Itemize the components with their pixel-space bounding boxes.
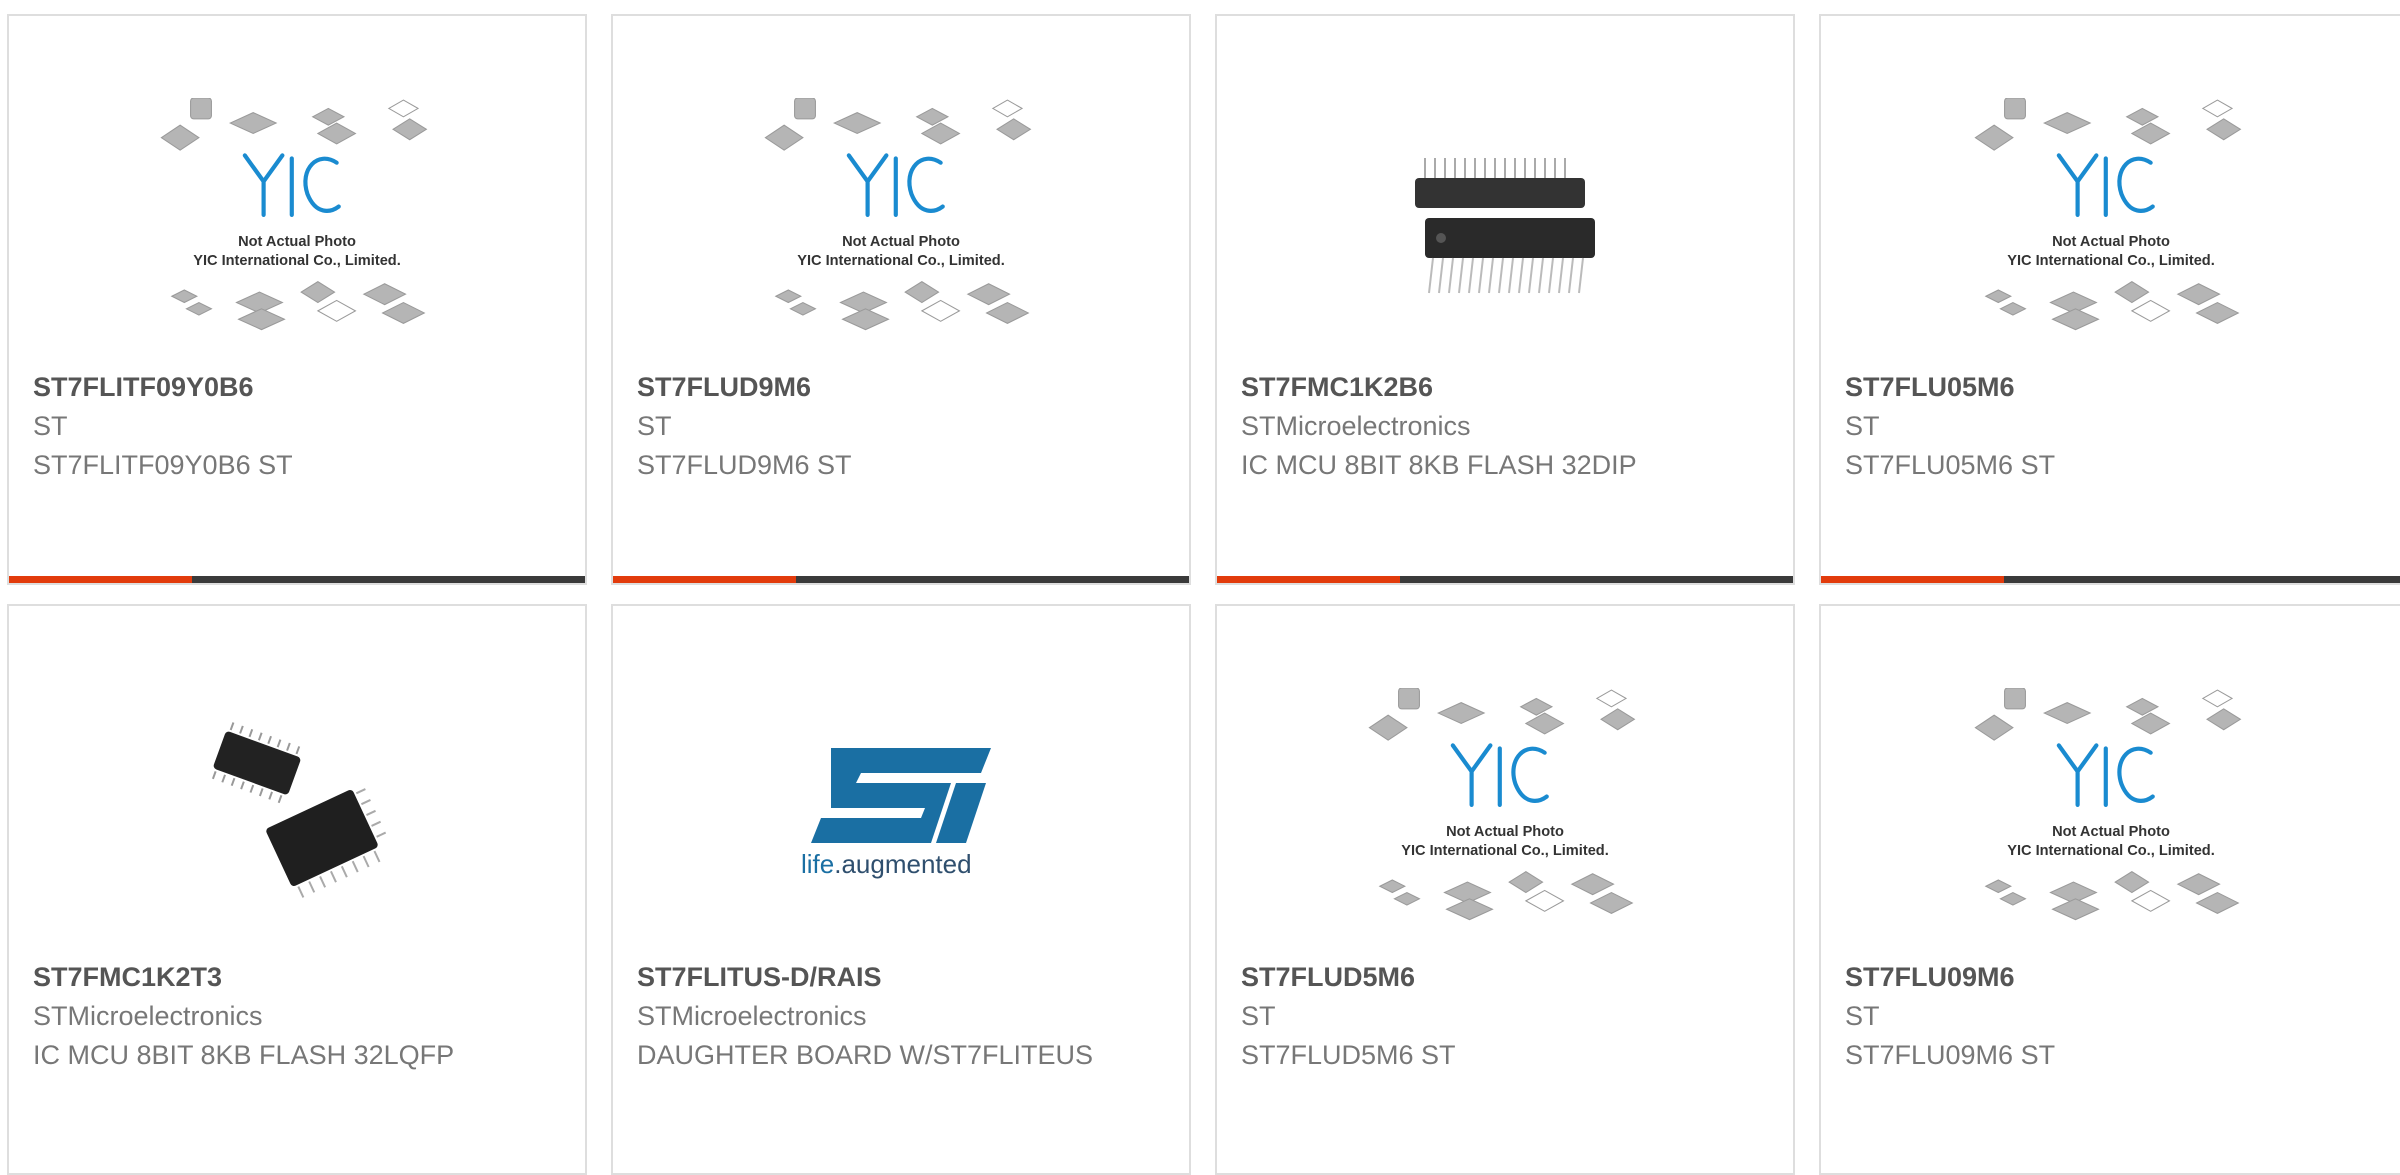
product-card[interactable]: Not Actual Photo YIC International Co., … — [7, 14, 587, 585]
placeholder-icon: Not Actual Photo YIC International Co., … — [1971, 98, 2251, 338]
card-bottom-accent — [9, 576, 192, 583]
dip-chip-icon — [1415, 158, 1595, 294]
svg-text:YIC International Co., Limited: YIC International Co., Limited. — [1401, 843, 1609, 859]
st-logo-icon: life.augmented — [801, 748, 991, 879]
product-card[interactable]: Not Actual Photo YIC International Co., … — [1215, 604, 1795, 1175]
brand-name: ST — [1241, 1001, 1276, 1031]
svg-text:YIC International Co., Limited: YIC International Co., Limited. — [2007, 843, 2215, 859]
brand-name: ST — [637, 411, 672, 441]
svg-text:Not Actual Photo: Not Actual Photo — [2052, 824, 2170, 840]
product-description: ST7FLU05M6 ST — [1845, 450, 2056, 480]
product-card[interactable]: ST7FMC1K2T3 STMicroelectronics IC MCU 8B… — [7, 604, 587, 1175]
product-card[interactable]: Not Actual Photo YIC International Co., … — [1819, 604, 2400, 1175]
placeholder-icon: Not Actual Photo YIC International Co., … — [761, 98, 1041, 338]
brand-name: STMicroelectronics — [1241, 411, 1471, 441]
part-number[interactable]: ST7FMC1K2B6 — [1241, 372, 1433, 403]
product-image: Not Actual Photo YIC International Co., … — [1217, 658, 1793, 958]
product-description: ST7FLU09M6 ST — [1845, 1040, 2056, 1070]
placeholder-icon: Not Actual Photo YIC International Co., … — [157, 98, 437, 338]
brand-name: ST — [1845, 411, 1880, 441]
card-bottom-accent — [1821, 576, 2004, 583]
placeholder-icon: Not Actual Photo YIC International Co., … — [1365, 688, 1645, 928]
product-image — [9, 658, 585, 958]
part-number[interactable]: ST7FLUD9M6 — [637, 372, 811, 403]
product-image: Not Actual Photo YIC International Co., … — [9, 68, 585, 368]
part-number[interactable]: ST7FLUD5M6 — [1241, 962, 1415, 993]
product-image: life.augmented — [613, 658, 1189, 958]
svg-text:YIC International Co., Limited: YIC International Co., Limited. — [2007, 253, 2215, 269]
part-number[interactable]: ST7FMC1K2T3 — [33, 962, 222, 993]
svg-text:life.augmented: life.augmented — [801, 849, 972, 879]
svg-text:Not Actual Photo: Not Actual Photo — [238, 234, 356, 250]
card-bottom-accent — [613, 576, 796, 583]
svg-text:YIC International Co., Limited: YIC International Co., Limited. — [797, 253, 1005, 269]
card-bottom-bar — [613, 576, 1189, 583]
card-bottom-accent — [1217, 576, 1400, 583]
placeholder-icon: Not Actual Photo YIC International Co., … — [1971, 688, 2251, 928]
product-card[interactable]: Not Actual Photo YIC International Co., … — [1819, 14, 2400, 585]
svg-text:Not Actual Photo: Not Actual Photo — [842, 234, 960, 250]
product-card[interactable]: ST7FMC1K2B6 STMicroelectronics IC MCU 8B… — [1215, 14, 1795, 585]
part-number[interactable]: ST7FLU05M6 — [1845, 372, 2015, 403]
product-description: DAUGHTER BOARD W/ST7FLITEUS — [637, 1040, 1094, 1070]
lqfp-chip-icon — [211, 722, 387, 898]
product-image: Not Actual Photo YIC International Co., … — [1821, 68, 2400, 368]
part-number[interactable]: ST7FLITUS-D/RAIS — [637, 962, 882, 993]
part-number[interactable]: ST7FLITF09Y0B6 — [33, 372, 254, 403]
card-bottom-bar — [1217, 576, 1793, 583]
svg-text:YIC International Co., Limited: YIC International Co., Limited. — [193, 253, 401, 269]
product-description: ST7FLUD9M6 ST — [637, 450, 852, 480]
brand-name: ST — [1845, 1001, 1880, 1031]
product-description: IC MCU 8BIT 8KB FLASH 32DIP — [1241, 450, 1637, 480]
brand-name: ST — [33, 411, 68, 441]
product-image: Not Actual Photo YIC International Co., … — [613, 68, 1189, 368]
product-description: ST7FLUD5M6 ST — [1241, 1040, 1456, 1070]
svg-text:Not Actual Photo: Not Actual Photo — [2052, 234, 2170, 250]
product-card[interactable]: Not Actual Photo YIC International Co., … — [611, 14, 1191, 585]
part-number[interactable]: ST7FLU09M6 — [1845, 962, 2015, 993]
card-bottom-bar — [9, 576, 585, 583]
product-card[interactable]: life.augmented ST7FLITUS-D/RAIS STMicroe… — [611, 604, 1191, 1175]
product-image — [1217, 68, 1793, 368]
product-description: ST7FLITF09Y0B6 ST — [33, 450, 293, 480]
brand-name: STMicroelectronics — [33, 1001, 263, 1031]
product-grid: Not Actual Photo YIC International Co., … — [0, 0, 2400, 1175]
product-description: IC MCU 8BIT 8KB FLASH 32LQFP — [33, 1040, 455, 1070]
svg-text:Not Actual Photo: Not Actual Photo — [1446, 824, 1564, 840]
brand-name: STMicroelectronics — [637, 1001, 867, 1031]
card-bottom-bar — [1821, 576, 2400, 583]
product-image: Not Actual Photo YIC International Co., … — [1821, 658, 2400, 958]
